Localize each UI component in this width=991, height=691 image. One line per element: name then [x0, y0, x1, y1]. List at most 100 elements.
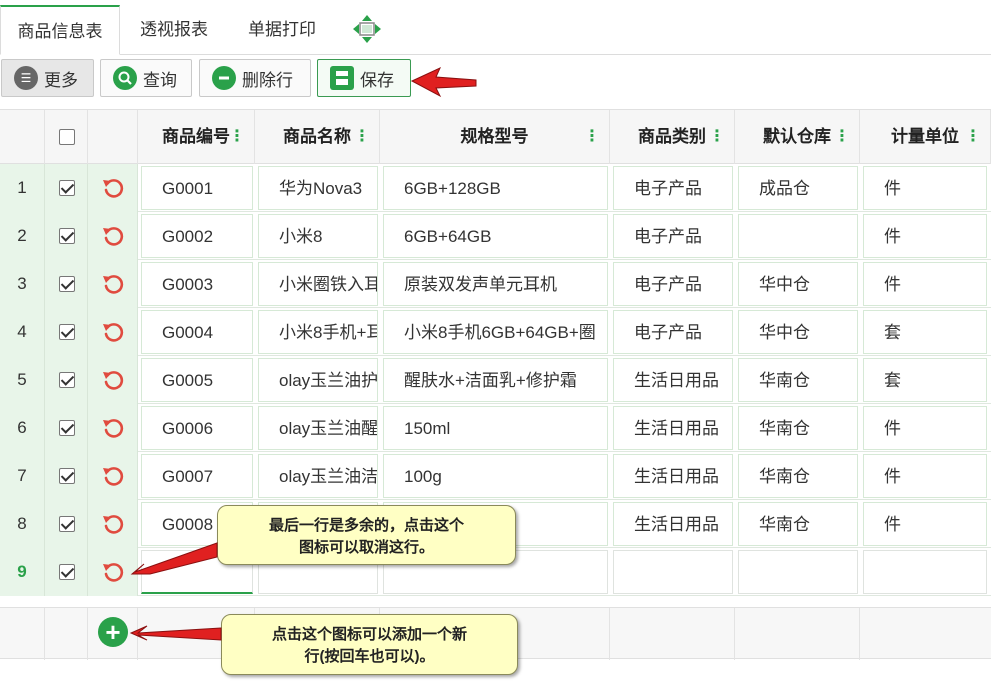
column-menu-icon[interactable]: ⋮	[709, 110, 725, 164]
table-row[interactable]: 5 G0005 olay玉兰油护 醒肤水+洁面乳+修护霜 生活日用品 华南仓套	[0, 356, 991, 404]
row-action-cell	[88, 500, 138, 548]
cell-name[interactable]: 小米8手机+耳	[258, 310, 378, 354]
cell-unit[interactable]: 件	[863, 262, 987, 306]
column-header-category[interactable]: 商品类别 ⋮	[610, 110, 735, 164]
cell-unit[interactable]: 件	[863, 406, 987, 450]
undo-circle-icon[interactable]	[101, 176, 125, 200]
tab-document-print[interactable]: 单据打印	[236, 5, 328, 55]
column-menu-icon[interactable]: ⋮	[965, 110, 981, 164]
row-select-cell	[45, 500, 88, 548]
cell-category[interactable]: 电子产品	[613, 214, 733, 258]
cell-warehouse[interactable]: 华南仓	[738, 502, 858, 546]
column-menu-icon[interactable]: ⋮	[584, 110, 600, 164]
move-arrows-icon[interactable]	[352, 14, 382, 44]
column-menu-icon[interactable]: ⋮	[834, 110, 850, 164]
cell-category[interactable]: 电子产品	[613, 310, 733, 354]
table-row[interactable]: 1 G0001 华为Nova3 6GB+128GB 电子产品 成品仓件	[0, 164, 991, 212]
row-checkbox[interactable]	[59, 228, 75, 244]
add-row-icon[interactable]: +	[98, 617, 128, 647]
cell-code[interactable]: G0002	[141, 214, 253, 258]
cell-spec[interactable]: 小米8手机6GB+64GB+圈	[383, 310, 608, 354]
row-number: 9	[0, 548, 45, 596]
cell-unit[interactable]: 件	[863, 166, 987, 210]
cell-warehouse[interactable]: 成品仓	[738, 166, 858, 210]
delete-row-button[interactable]: 删除行	[199, 59, 311, 97]
column-header-unit[interactable]: 计量单位 ⋮	[860, 110, 991, 164]
cell-code[interactable]: G0007	[141, 454, 253, 498]
cell-category[interactable]: 生活日用品	[613, 502, 733, 546]
cell-name[interactable]: 华为Nova3	[258, 166, 378, 210]
table-row[interactable]: 6 G0006 olay玉兰油醒 150ml 生活日用品 华南仓件	[0, 404, 991, 452]
cell-code[interactable]: G0001	[141, 166, 253, 210]
remove-row-tip-callout: 最后一行是多余的，点击这个 图标可以取消这行。	[217, 505, 516, 565]
cell-unit[interactable]	[863, 550, 987, 594]
row-checkbox[interactable]	[59, 420, 75, 436]
query-button[interactable]: 查询	[100, 59, 192, 97]
cell-unit[interactable]: 套	[863, 310, 987, 354]
cell-warehouse[interactable]	[738, 550, 858, 594]
cell-category[interactable]	[613, 550, 733, 594]
cell-unit[interactable]: 套	[863, 358, 987, 402]
cell-spec[interactable]: 醒肤水+洁面乳+修护霜	[383, 358, 608, 402]
undo-circle-icon[interactable]	[101, 512, 125, 536]
cell-spec[interactable]: 6GB+64GB	[383, 214, 608, 258]
save-button[interactable]: 保存	[317, 59, 411, 97]
tab-pivot-report[interactable]: 透视报表	[128, 5, 220, 55]
column-header-name[interactable]: 商品名称 ⋮	[255, 110, 380, 164]
cell-category[interactable]: 电子产品	[613, 166, 733, 210]
undo-circle-icon[interactable]	[101, 416, 125, 440]
undo-circle-icon[interactable]	[101, 224, 125, 248]
table-row[interactable]: 7 G0007 olay玉兰油洁 100g 生活日用品 华南仓件	[0, 452, 991, 500]
cell-category[interactable]: 电子产品	[613, 262, 733, 306]
cell-unit[interactable]: 件	[863, 214, 987, 258]
row-checkbox[interactable]	[59, 564, 75, 580]
row-checkbox[interactable]	[59, 180, 75, 196]
column-menu-icon[interactable]: ⋮	[354, 110, 370, 164]
cell-warehouse[interactable]: 华中仓	[738, 310, 858, 354]
cell-category[interactable]: 生活日用品	[613, 406, 733, 450]
undo-circle-icon[interactable]	[101, 560, 125, 584]
cell-code[interactable]: G0005	[141, 358, 253, 402]
cell-warehouse[interactable]: 华南仓	[738, 454, 858, 498]
table-row[interactable]: 4 G0004 小米8手机+耳 小米8手机6GB+64GB+圈 电子产品 华中仓套	[0, 308, 991, 356]
cell-name[interactable]: olay玉兰油醒	[258, 406, 378, 450]
cell-name[interactable]: olay玉兰油护	[258, 358, 378, 402]
column-header-code[interactable]: 商品编号 ⋮	[138, 110, 255, 164]
cell-name[interactable]: olay玉兰油洁	[258, 454, 378, 498]
column-header-warehouse[interactable]: 默认仓库 ⋮	[735, 110, 860, 164]
row-checkbox[interactable]	[59, 516, 75, 532]
undo-circle-icon[interactable]	[101, 464, 125, 488]
column-menu-icon[interactable]: ⋮	[229, 110, 245, 164]
cell-spec[interactable]: 150ml	[383, 406, 608, 450]
column-header-spec[interactable]: 规格型号 ⋮	[380, 110, 610, 164]
undo-circle-icon[interactable]	[101, 272, 125, 296]
more-button[interactable]: ☰ 更多	[1, 59, 94, 97]
table-row[interactable]: 3 G0003 小米圈铁入耳 原装双发声单元耳机 电子产品 华中仓件	[0, 260, 991, 308]
row-checkbox[interactable]	[59, 324, 75, 340]
cell-warehouse[interactable]	[738, 214, 858, 258]
cell-category[interactable]: 生活日用品	[613, 454, 733, 498]
cell-code[interactable]: G0006	[141, 406, 253, 450]
cell-category[interactable]: 生活日用品	[613, 358, 733, 402]
table-row[interactable]: 2 G0002 小米8 6GB+64GB 电子产品 件	[0, 212, 991, 260]
cell-code[interactable]: G0004	[141, 310, 253, 354]
cell-name[interactable]: 小米8	[258, 214, 378, 258]
cell-unit[interactable]: 件	[863, 502, 987, 546]
row-checkbox[interactable]	[59, 372, 75, 388]
cell-code[interactable]: G0003	[141, 262, 253, 306]
cell-spec[interactable]: 原装双发声单元耳机	[383, 262, 608, 306]
cell-spec[interactable]: 6GB+128GB	[383, 166, 608, 210]
select-all-checkbox[interactable]	[59, 129, 75, 145]
undo-circle-icon[interactable]	[101, 368, 125, 392]
undo-circle-icon[interactable]	[101, 320, 125, 344]
footer-cell	[610, 608, 735, 660]
cell-unit[interactable]: 件	[863, 454, 987, 498]
cell-warehouse[interactable]: 华南仓	[738, 358, 858, 402]
tab-product-info[interactable]: 商品信息表	[0, 5, 120, 55]
cell-name[interactable]: 小米圈铁入耳	[258, 262, 378, 306]
cell-spec[interactable]: 100g	[383, 454, 608, 498]
row-checkbox[interactable]	[59, 276, 75, 292]
cell-warehouse[interactable]: 华南仓	[738, 406, 858, 450]
cell-warehouse[interactable]: 华中仓	[738, 262, 858, 306]
row-checkbox[interactable]	[59, 468, 75, 484]
